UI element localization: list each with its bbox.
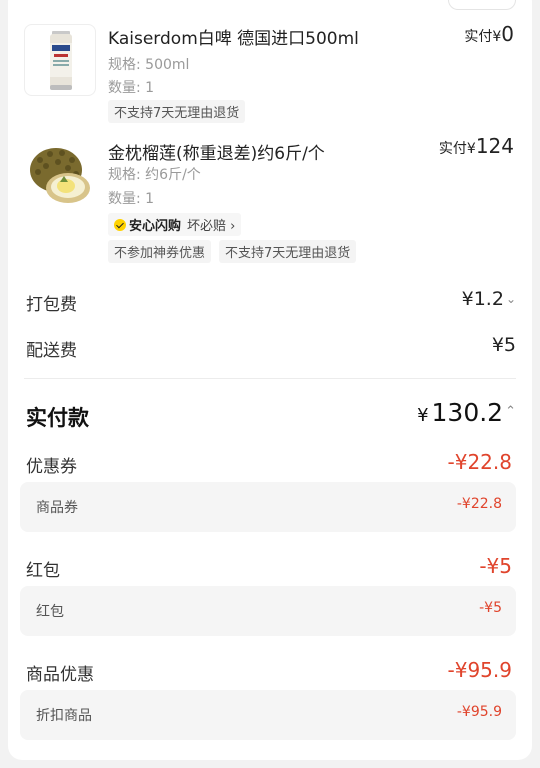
tag-no-return: 不支持7天无理由退货 <box>108 100 246 123</box>
red-packet-detail-label: 红包 <box>36 604 64 620</box>
red-packet-label: 红包 <box>26 561 60 581</box>
product-title: 金枕榴莲(称重退差)约6斤/个 <box>108 144 325 164</box>
packing-fee-label: 打包费 <box>26 295 77 315</box>
packing-fee-row[interactable]: 打包费 ¥1.2 ⌄ <box>24 288 516 318</box>
beer-can-image <box>24 24 96 96</box>
total-value[interactable]: ¥130.2 ⌃ <box>417 398 516 427</box>
safe-purchase-badge[interactable]: 安心闪购 坏必赔 › <box>108 213 242 236</box>
red-packet-detail-box: 红包 -¥5 <box>20 586 516 636</box>
price-value: 0 <box>501 22 514 46</box>
product-item-durian[interactable]: 金枕榴莲(称重退差)约6斤/个 实付¥124 规格: 约6斤/个 数量: 1 安… <box>24 134 516 263</box>
product-discount-label: 商品优惠 <box>26 665 94 685</box>
packing-fee-value: ¥1.2 ⌄ <box>462 288 516 310</box>
product-title: Kaiserdom白啤 德国进口500ml <box>108 29 359 49</box>
product-price: 实付¥124 <box>439 134 514 158</box>
coupon-value: -¥22.8 <box>447 450 512 474</box>
product-discount-value: -¥95.9 <box>447 658 512 682</box>
safe-label: 安心闪购 <box>129 219 182 234</box>
price-label: 实付¥ <box>438 141 476 157</box>
check-badge-icon <box>114 219 126 231</box>
divider <box>24 378 516 379</box>
product-discount-detail-value: -¥95.9 <box>456 704 502 720</box>
total-amount: 130.2 <box>431 398 504 427</box>
tag-no-coupon: 不参加神券优惠 <box>108 240 212 263</box>
product-item-beer[interactable]: Kaiserdom白啤 德国进口500ml 实付¥0 规格: 500ml 数量:… <box>24 22 516 124</box>
product-quantity: 数量: 1 <box>108 191 155 207</box>
total-currency: ¥ <box>417 405 429 426</box>
total-label: 实付款 <box>26 406 89 430</box>
red-packet-detail-value: -¥5 <box>479 600 502 616</box>
delivery-fee-row: 配送费 ¥5 <box>24 334 516 364</box>
top-action-pill[interactable] <box>448 0 516 10</box>
product-spec: 规格: 500ml <box>108 57 190 73</box>
coupon-detail-box: 商品券 -¥22.8 <box>20 482 516 532</box>
delivery-fee-label: 配送费 <box>26 341 77 361</box>
price-value: 124 <box>475 134 514 158</box>
product-discount-detail-label: 折扣商品 <box>36 708 92 724</box>
product-spec: 规格: 约6斤/个 <box>108 167 201 183</box>
coupon-detail-label: 商品券 <box>36 500 78 516</box>
price-label: 实付¥ <box>464 29 502 45</box>
product-quantity: 数量: 1 <box>108 80 155 96</box>
chevron-up-icon: ⌃ <box>505 404 516 419</box>
red-packet-value: -¥5 <box>479 554 512 578</box>
delivery-fee-value: ¥5 <box>491 334 516 356</box>
product-price: 实付¥0 <box>464 22 514 46</box>
coupon-detail-value: -¥22.8 <box>456 496 502 512</box>
chevron-down-icon: ⌄ <box>505 292 516 306</box>
tag-no-return: 不支持7天无理由退货 <box>219 240 357 263</box>
product-discount-detail-box: 折扣商品 -¥95.9 <box>20 690 516 740</box>
safe-sub-label: 坏必赔 › <box>187 219 236 234</box>
coupon-label: 优惠券 <box>26 457 77 477</box>
packing-fee-amount: ¥1.2 <box>461 288 504 310</box>
durian-image <box>24 138 96 210</box>
